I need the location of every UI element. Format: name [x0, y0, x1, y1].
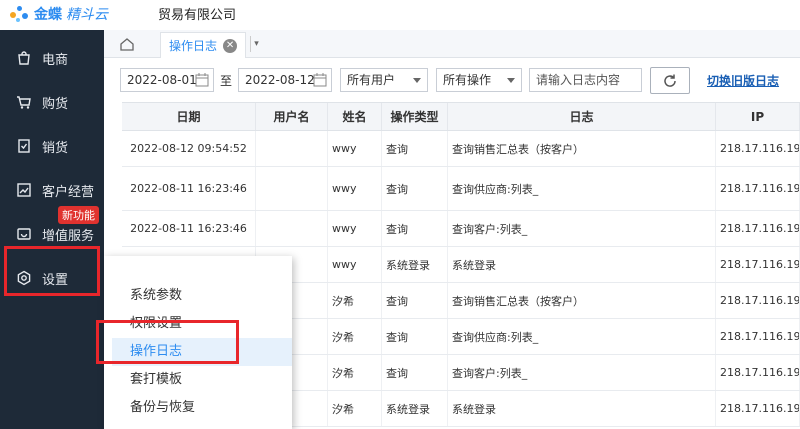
- cart-icon: [16, 94, 32, 110]
- tab-operation-log[interactable]: 操作日志 ✕: [160, 32, 247, 58]
- table-header: 日期 用户名 姓名 操作类型 日志 IP: [122, 103, 800, 131]
- cell-log: 查询供应商:列表_: [448, 319, 716, 354]
- cell-ip: 218.17.116.199: [716, 211, 800, 246]
- cell-ip: 218.17.116.199: [716, 167, 800, 210]
- shield-icon: [16, 226, 32, 242]
- tab-label: 操作日志: [169, 39, 218, 53]
- highlight-box-operation-log: [96, 320, 239, 364]
- date-range-separator: 至: [220, 74, 233, 88]
- column-header-date[interactable]: 日期: [122, 103, 256, 130]
- sidebar-item-label: 客户经营: [42, 184, 95, 200]
- chevron-down-icon: [507, 78, 515, 83]
- cell-op-type: 查询: [382, 131, 448, 166]
- cell-op-type: 系统登录: [382, 247, 448, 282]
- cell-date: 2022-08-11 16:23:46: [122, 211, 256, 246]
- cell-name: 汐希: [328, 355, 382, 390]
- cell-op-type: 系统登录: [382, 391, 448, 426]
- user-select[interactable]: 所有用户: [340, 68, 428, 92]
- refresh-button[interactable]: [650, 67, 690, 94]
- kingdee-logo[interactable]: 金蝶 精斗云: [8, 2, 108, 26]
- calendar-icon[interactable]: [195, 72, 209, 87]
- date-to-value: 2022-08-12: [245, 73, 315, 87]
- chart-icon: [16, 182, 32, 198]
- table-row[interactable]: 2022-08-11 16:23:46 wwy 查询 查询供应商:列表_ 218…: [122, 167, 800, 211]
- sidebar-item-purchase[interactable]: 购货: [0, 80, 104, 124]
- cell-date: 2022-08-12 09:54:52: [122, 131, 256, 166]
- logo-sub-text: 精斗云: [66, 7, 108, 23]
- sidebar-item-sales[interactable]: 销货: [0, 124, 104, 168]
- logo-main-text: 金蝶: [34, 7, 62, 23]
- menu-item-backup-restore[interactable]: 备份与恢复: [104, 394, 292, 422]
- table-row[interactable]: 2022-08-12 09:54:52 wwy 查询 查询销售汇总表（按客户） …: [122, 131, 800, 167]
- refresh-icon: [664, 74, 676, 87]
- cell-log: 查询销售汇总表（按客户）: [448, 131, 716, 166]
- cell-username: [256, 211, 328, 246]
- cell-op-type: 查询: [382, 319, 448, 354]
- cell-log: 查询客户:列表_: [448, 211, 716, 246]
- cell-date: 2022-08-11 16:23:46: [122, 167, 256, 210]
- cell-name: 汐希: [328, 283, 382, 318]
- user-select-value: 所有用户: [347, 73, 396, 87]
- switch-old-log-link[interactable]: 切换旧版日志: [707, 72, 779, 89]
- cell-ip: 218.17.116.199: [716, 131, 800, 166]
- tab-bar: 操作日志 ✕ ▾: [104, 30, 800, 58]
- menu-item-print-template[interactable]: 套打模板: [104, 366, 292, 394]
- cell-op-type: 查询: [382, 167, 448, 210]
- sidebar-item-label: 电商: [42, 52, 69, 68]
- cell-log: 查询销售汇总表（按客户）: [448, 283, 716, 318]
- cell-username: [256, 167, 328, 210]
- cell-name: wwy: [328, 167, 382, 210]
- column-header-name[interactable]: 姓名: [328, 103, 382, 130]
- cell-log: 系统登录: [448, 247, 716, 282]
- highlight-box-settings: [4, 246, 100, 296]
- table-row[interactable]: 2022-08-11 16:23:46 wwy 查询 查询客户:列表_ 218.…: [122, 211, 800, 247]
- column-header-ip[interactable]: IP: [716, 103, 800, 130]
- cell-name: wwy: [328, 211, 382, 246]
- close-icon[interactable]: ✕: [223, 38, 238, 53]
- calendar-icon[interactable]: [313, 72, 327, 87]
- cell-ip: 218.17.116.199: [716, 319, 800, 354]
- date-to-input[interactable]: 2022-08-12: [238, 68, 332, 92]
- top-bar: 金蝶 精斗云 贸易有限公司: [0, 0, 800, 30]
- sidebar-item-ecommerce[interactable]: 电商: [0, 36, 104, 80]
- logo-mark-icon: [8, 3, 30, 25]
- log-search-input[interactable]: 请输入日志内容: [529, 68, 642, 92]
- cell-ip: 218.17.116.199: [716, 391, 800, 426]
- search-placeholder: 请输入日志内容: [536, 73, 621, 87]
- cell-log: 查询供应商:列表_: [448, 167, 716, 210]
- sidebar-item-label: 购货: [42, 96, 69, 112]
- date-from-value: 2022-08-01: [127, 73, 197, 87]
- cell-username: [256, 131, 328, 166]
- cell-name: wwy: [328, 131, 382, 166]
- company-name: 贸易有限公司: [158, 8, 237, 23]
- operation-select[interactable]: 所有操作: [436, 68, 522, 92]
- menu-item-system-params[interactable]: 系统参数: [104, 282, 292, 310]
- cell-op-type: 查询: [382, 355, 448, 390]
- receipt-icon: [16, 138, 32, 154]
- cell-log: 系统登录: [448, 391, 716, 426]
- cell-name: 汐希: [328, 319, 382, 354]
- sidebar: 电商 购货 销货 客户经营 增值服务 设置: [0, 30, 104, 429]
- new-feature-badge: 新功能: [58, 206, 99, 224]
- operation-select-value: 所有操作: [443, 73, 492, 87]
- cell-log: 查询客户:列表_: [448, 355, 716, 390]
- chevron-down-icon: [413, 78, 421, 83]
- column-header-op-type[interactable]: 操作类型: [382, 103, 448, 130]
- date-from-input[interactable]: 2022-08-01: [120, 68, 214, 92]
- bag-icon: [16, 50, 32, 66]
- home-icon[interactable]: [118, 35, 136, 53]
- cell-name: 汐希: [328, 391, 382, 426]
- cell-ip: 218.17.116.199: [716, 283, 800, 318]
- cell-ip: 218.17.116.199: [716, 355, 800, 390]
- column-header-username[interactable]: 用户名: [256, 103, 328, 130]
- cell-ip: 218.17.116.199: [716, 247, 800, 282]
- sidebar-item-label: 销货: [42, 140, 69, 156]
- cell-op-type: 查询: [382, 211, 448, 246]
- cell-name: wwy: [328, 247, 382, 282]
- cell-op-type: 查询: [382, 283, 448, 318]
- sidebar-item-label: 增值服务: [42, 228, 95, 244]
- filter-toolbar: 2022-08-01 至 2022-08-12 所有用户 所有操作 请输入日志内…: [104, 58, 800, 102]
- chevron-down-icon[interactable]: ▾: [250, 36, 262, 52]
- column-header-log[interactable]: 日志: [448, 103, 716, 130]
